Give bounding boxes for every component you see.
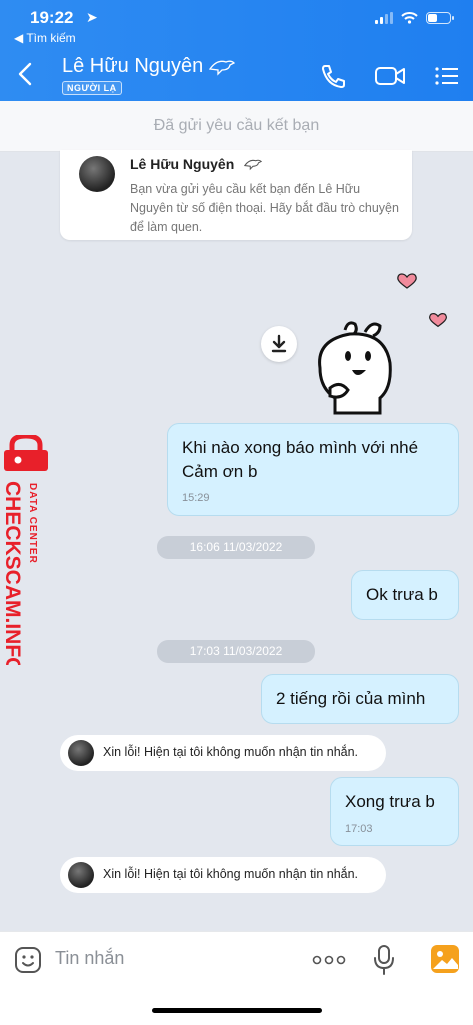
card-description: Bạn vừa gửi yêu cầu kết bạn đến Lê Hữu N… xyxy=(130,182,399,234)
date-separator: 16:06 11/03/2022 xyxy=(157,536,315,559)
menu-list-icon[interactable] xyxy=(433,63,461,89)
sent-message[interactable]: Xong trưa b 17:03 xyxy=(330,777,459,846)
watermark: CHECKSCAM.INFO DATA CENTER xyxy=(0,435,54,665)
auto-reply-message: Xin lỗi! Hiện tại tôi không muốn nhận ti… xyxy=(60,857,386,893)
message-text: 2 tiếng rồi của mình xyxy=(276,689,426,708)
heart-icon xyxy=(429,313,447,328)
signal-icon xyxy=(375,12,393,24)
svg-text:CHECKSCAM.INFO: CHECKSCAM.INFO xyxy=(1,481,24,665)
stranger-badge: NGƯỜI LẠ xyxy=(62,81,122,95)
back-to-app-link[interactable]: ◀ Tìm kiếm xyxy=(14,31,76,45)
phone-call-icon[interactable] xyxy=(319,63,347,89)
auto-reply-message: Xin lỗi! Hiện tại tôi không muốn nhận ti… xyxy=(60,735,386,771)
status-icons xyxy=(375,12,454,24)
bird-icon xyxy=(208,60,236,76)
message-input[interactable]: Tin nhắn xyxy=(55,948,124,969)
bird-icon xyxy=(243,159,263,171)
friend-request-status: Đã gửi yêu cầu kết bạn xyxy=(0,101,473,152)
back-button[interactable] xyxy=(14,60,38,88)
status-time: 19:22 xyxy=(30,8,74,27)
image-gallery-icon[interactable] xyxy=(430,944,460,974)
message-time: 17:03 xyxy=(345,823,373,835)
sent-message[interactable]: Khi nào xong báo mình với nhé Cảm ơn b 1… xyxy=(167,423,459,516)
message-text: Khi nào xong báo mình với nhé Cảm ơn b xyxy=(182,438,419,481)
auto-reply-text: Xin lỗi! Hiện tại tôi không muốn nhận ti… xyxy=(103,745,359,759)
rabbit-sticker[interactable] xyxy=(310,318,400,418)
sent-message[interactable]: Ok trưa b xyxy=(351,570,459,620)
location-icon: ➤ xyxy=(86,9,98,25)
contact-name[interactable]: Lê Hữu Nguyên xyxy=(62,55,203,78)
date-separator: 17:03 11/03/2022 xyxy=(157,640,315,663)
message-text: Xong trưa b xyxy=(345,792,435,811)
home-indicator xyxy=(152,1008,322,1013)
padlock-icon xyxy=(4,435,48,471)
watermark-text: CHECKSCAM.INFO DATA CENTER xyxy=(1,481,38,665)
message-time: 15:29 xyxy=(182,492,210,504)
download-icon xyxy=(271,334,287,353)
microphone-icon[interactable] xyxy=(372,944,396,976)
video-call-icon[interactable] xyxy=(374,63,406,89)
auto-reply-text: Xin lỗi! Hiện tại tôi không muốn nhận ti… xyxy=(103,867,359,881)
card-contact-name: Lê Hữu Nguyên xyxy=(130,156,235,172)
emoji-icon[interactable] xyxy=(14,946,42,974)
svg-text:DATA CENTER: DATA CENTER xyxy=(27,483,38,564)
wifi-icon xyxy=(401,12,418,24)
message-text: Ok trưa b xyxy=(366,585,438,604)
avatar xyxy=(68,740,94,766)
battery-icon xyxy=(426,12,454,24)
more-options-icon[interactable] xyxy=(312,954,346,966)
chat-header: 19:22 ➤ ◀ Tìm kiếm Lê Hữu Nguyên NGƯỜI L… xyxy=(0,0,473,101)
avatar xyxy=(68,862,94,888)
avatar[interactable] xyxy=(79,156,115,192)
heart-icon xyxy=(397,273,417,289)
contact-info-card: Lê Hữu Nguyên Bạn vừa gửi yêu cầu kết bạ… xyxy=(60,150,412,240)
sent-message[interactable]: 2 tiếng rồi của mình xyxy=(261,674,459,724)
download-button[interactable] xyxy=(261,326,297,362)
